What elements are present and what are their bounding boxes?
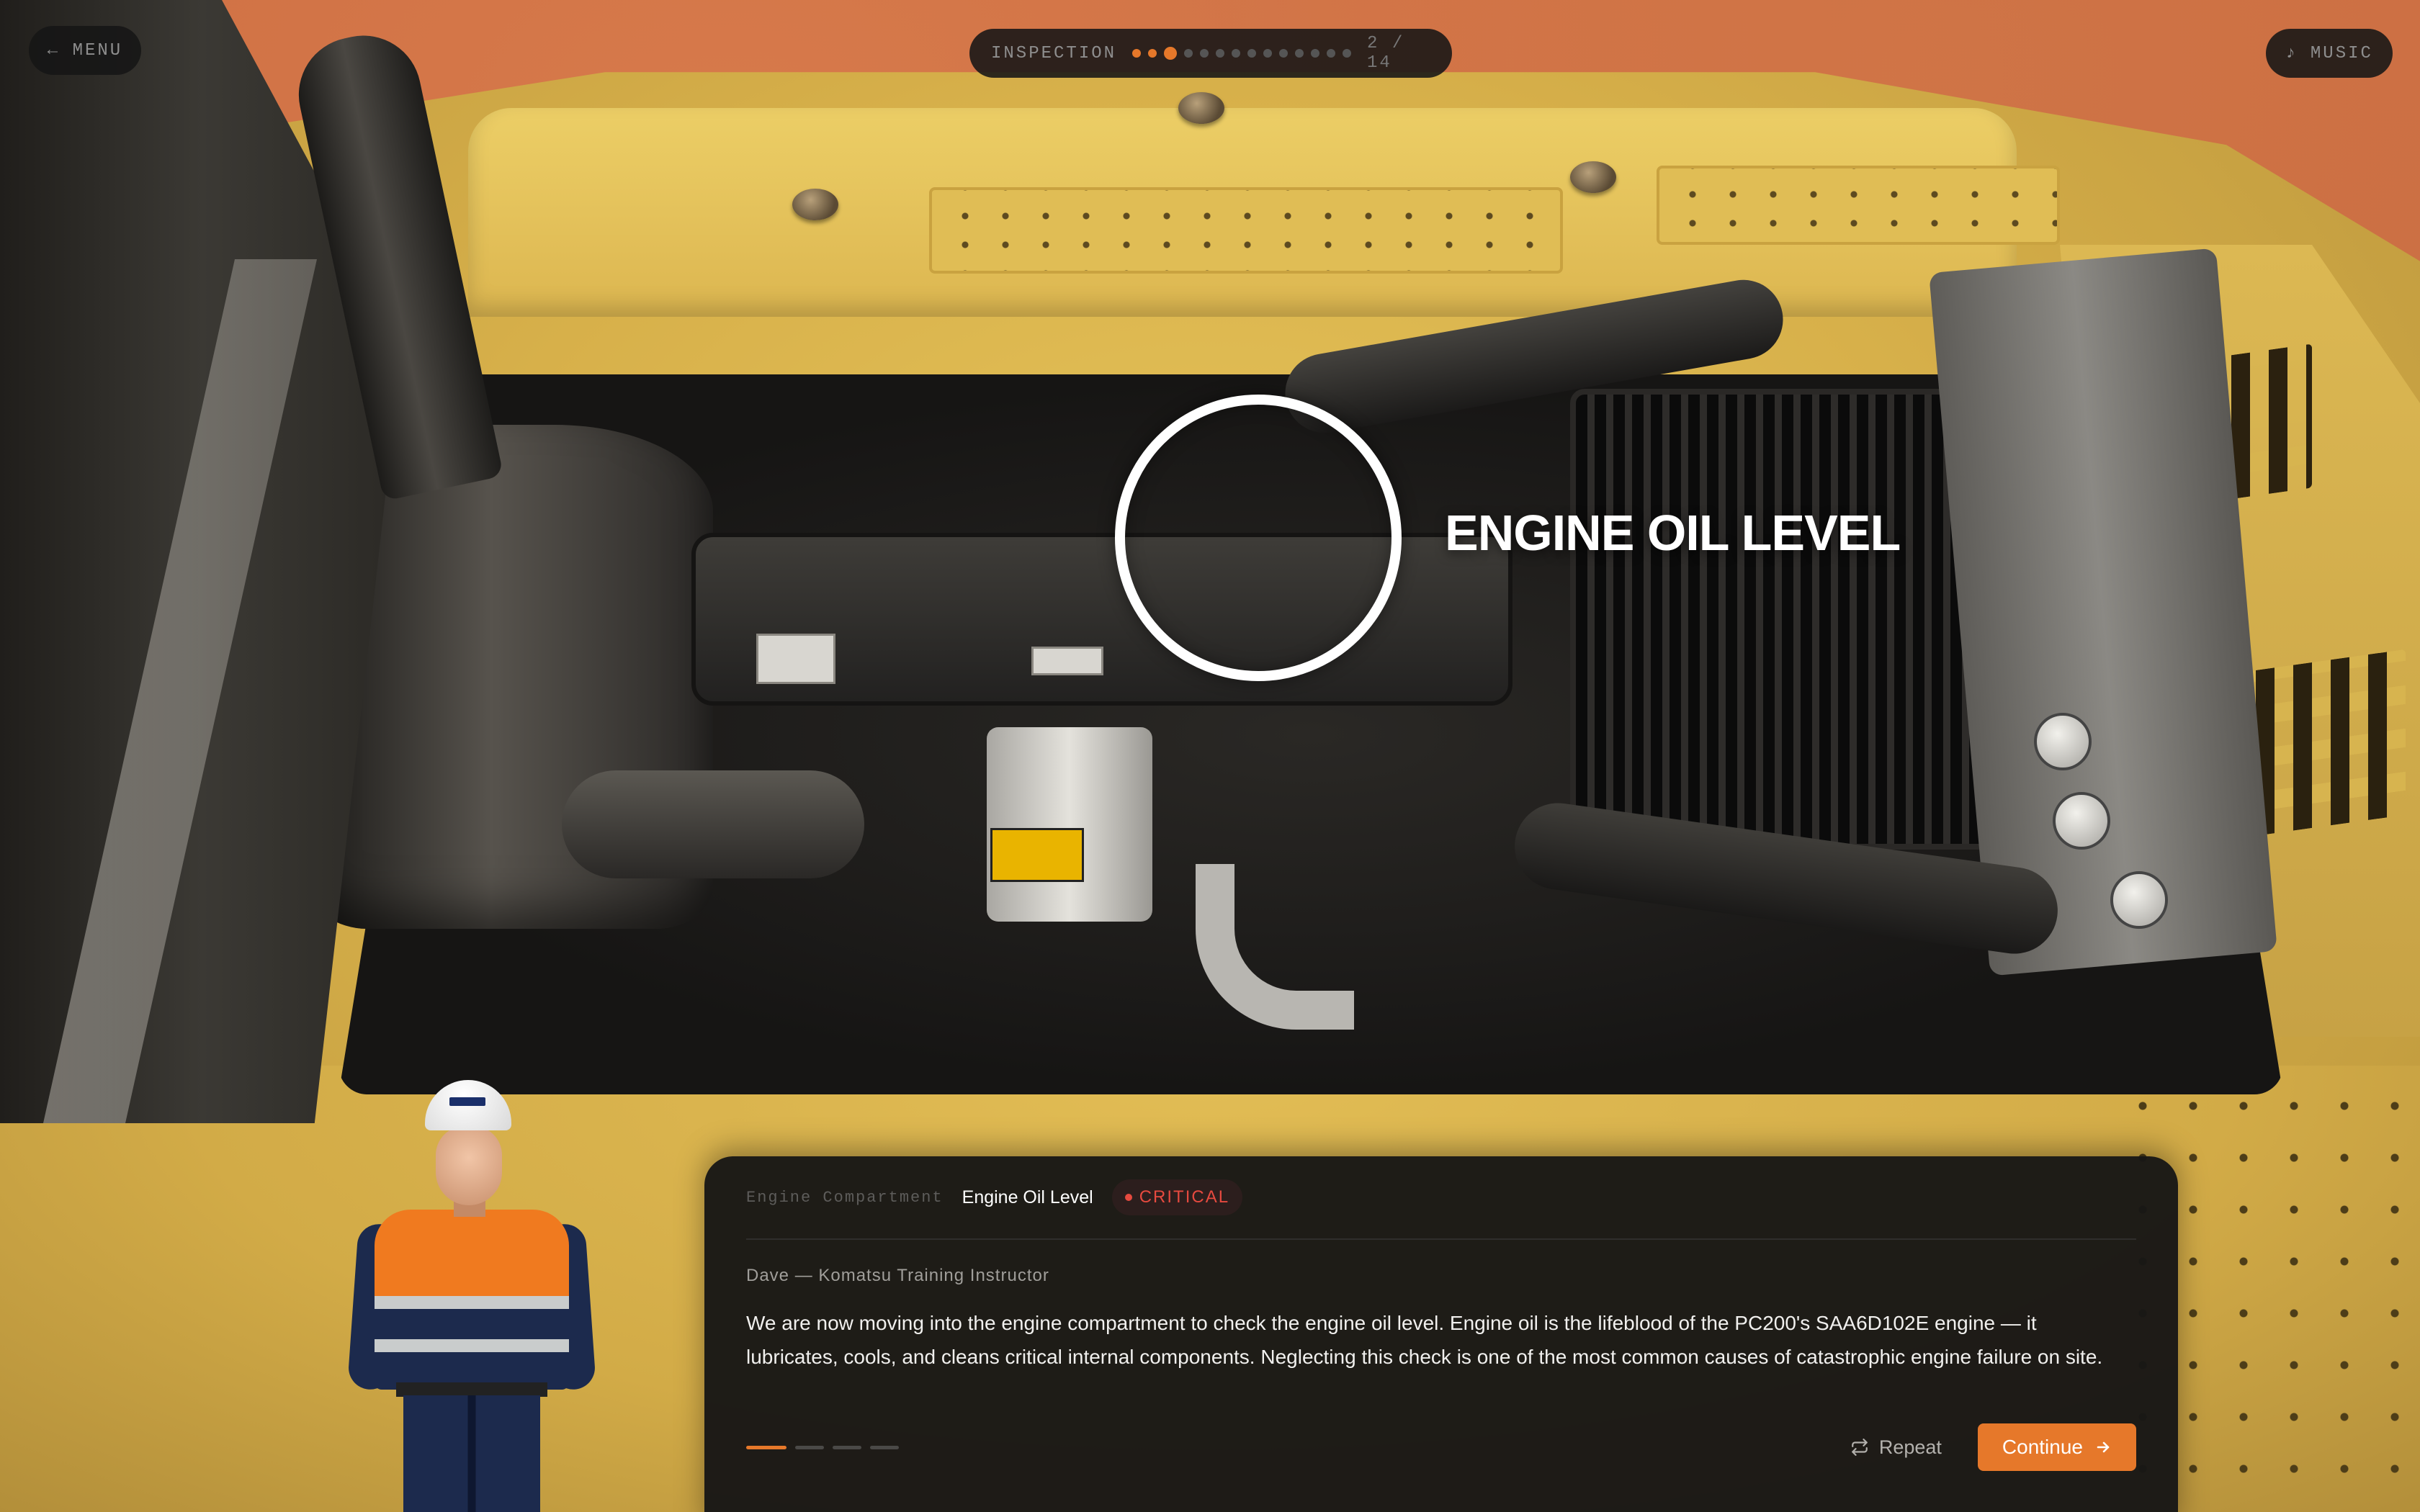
vent-plate: [1657, 166, 2060, 245]
dialog-text: We are now moving into the engine compar…: [746, 1312, 2103, 1368]
progress-counter: 2 / 14: [1367, 34, 1405, 73]
progress-dot: [1279, 49, 1289, 58]
battery-cap: [2034, 713, 2092, 770]
progress-dot: [1232, 49, 1241, 58]
progress-dot: [1184, 49, 1193, 58]
speaker-name: Dave — Komatsu Training Instructor: [746, 1266, 1049, 1285]
oil-level-hotspot[interactable]: [1115, 395, 1402, 681]
repeat-button[interactable]: Repeat: [1850, 1436, 1942, 1459]
bolt: [1178, 92, 1224, 124]
progress-dots: [1132, 47, 1352, 60]
dialog-step: [795, 1445, 824, 1449]
battery-cap: [2110, 871, 2168, 929]
progress-dot: [1295, 49, 1304, 58]
progress-dot: [1247, 49, 1257, 58]
instructor-face: [436, 1126, 502, 1205]
progress-dot: [1263, 49, 1273, 58]
badge-label: CRITICAL: [1139, 1187, 1230, 1207]
bolt: [1570, 161, 1616, 193]
progress-dot: [1200, 49, 1209, 58]
instructor-belt: [396, 1382, 547, 1397]
repeat-label: Repeat: [1878, 1436, 1942, 1458]
inspection-progress: INSPECTION 2 / 14: [969, 29, 1452, 78]
instructor-avatar: [347, 1073, 596, 1512]
music-button[interactable]: ♪ MUSIC: [2266, 29, 2393, 78]
progress-dot: [1311, 49, 1320, 58]
instructor-legs: [403, 1395, 540, 1512]
repeat-icon: [1850, 1438, 1869, 1457]
progress-dot: [1327, 49, 1336, 58]
critical-dot-icon: [1124, 1194, 1132, 1201]
reflective-stripe: [375, 1296, 569, 1309]
dialog-step: [833, 1445, 861, 1449]
dialog-step-indicator: [746, 1445, 899, 1449]
hotspot-label: ENGINE OIL LEVEL: [1445, 505, 1901, 561]
vent-plate: [929, 187, 1563, 274]
warning-sticker: [990, 828, 1084, 882]
progress-dot: [1164, 47, 1178, 60]
engine-label-plate: [1031, 647, 1103, 675]
turbo-housing: [987, 727, 1152, 922]
progress-dot: [1216, 49, 1225, 58]
menu-button[interactable]: ← MENU: [29, 26, 141, 75]
continue-label: Continue: [2002, 1436, 2083, 1458]
dialog-footer: Repeat Continue: [746, 1423, 2136, 1472]
breadcrumb-parent[interactable]: Engine Compartment: [746, 1189, 944, 1207]
breadcrumb-current: Engine Oil Level: [962, 1187, 1093, 1207]
bolt: [792, 189, 838, 220]
progress-dot: [1343, 49, 1352, 58]
reflective-stripe: [375, 1339, 569, 1352]
engine-label-plate: [756, 634, 835, 684]
intake-pipe: [562, 770, 864, 878]
arrow-right-icon: [2094, 1439, 2112, 1456]
progress-dot: [1148, 49, 1157, 58]
breadcrumb: Engine Compartment Engine Oil Level CRIT…: [746, 1156, 2136, 1240]
progress-label: INSPECTION: [991, 43, 1117, 63]
dialog-panel: Engine Compartment Engine Oil Level CRIT…: [704, 1156, 2178, 1512]
dialog-step: [870, 1445, 899, 1449]
critical-badge: CRITICAL: [1111, 1179, 1243, 1215]
progress-dot: [1132, 49, 1142, 58]
battery-cap: [2053, 792, 2110, 850]
continue-button[interactable]: Continue: [1977, 1423, 2136, 1471]
dialog-step: [746, 1445, 786, 1449]
hard-hat-logo: [449, 1097, 485, 1106]
